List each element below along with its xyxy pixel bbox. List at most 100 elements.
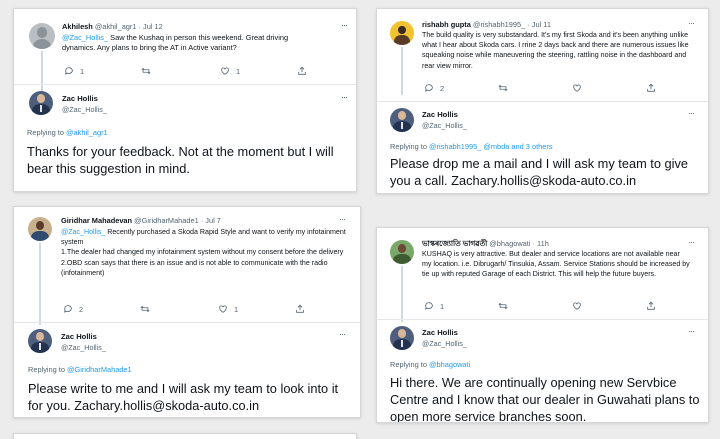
retweet-icon bbox=[498, 84, 508, 92]
author-handle[interactable]: @GiridharMahade1 bbox=[134, 216, 199, 225]
more-icon[interactable]: ··· bbox=[688, 326, 695, 336]
reply-icon bbox=[425, 84, 433, 92]
like-button[interactable]: 1 bbox=[218, 304, 295, 314]
reply-author-handle[interactable]: @Zac_Hollis_ bbox=[422, 339, 467, 348]
reply-author-name[interactable]: Zac Hollis bbox=[62, 94, 98, 103]
more-icon[interactable]: ··· bbox=[688, 18, 695, 28]
author-name[interactable]: Akhilesh bbox=[62, 22, 93, 31]
replying-to-link[interactable]: @bhagowati bbox=[429, 360, 470, 369]
reply-icon bbox=[64, 305, 72, 313]
retweet-button[interactable] bbox=[498, 301, 572, 311]
reply-author-handle[interactable]: @Zac_Hollis_ bbox=[62, 105, 107, 114]
replying-to-link[interactable]: @GiridharMahade1 bbox=[67, 365, 132, 374]
avatar[interactable] bbox=[29, 23, 55, 49]
more-icon[interactable]: ··· bbox=[339, 214, 346, 224]
reply-count: 1 bbox=[80, 66, 85, 76]
thread-line bbox=[401, 47, 403, 95]
tweet-text: @Zac_Hollis_ Recently purchased a Skoda … bbox=[61, 227, 353, 278]
author-handle[interactable]: @rishabh1995_ bbox=[473, 20, 525, 29]
share-button[interactable] bbox=[646, 83, 662, 93]
reply-author-handle[interactable]: @Zac_Hollis_ bbox=[61, 343, 106, 352]
tweet-time[interactable]: · Jul 11 bbox=[527, 20, 551, 29]
mention-link[interactable]: @Zac_Hollis_ bbox=[62, 33, 108, 42]
tweet-time[interactable]: · Jul 12 bbox=[139, 22, 163, 31]
more-icon[interactable]: ··· bbox=[341, 92, 348, 102]
avatar[interactable] bbox=[390, 108, 414, 132]
tweet-card-rishabh: rishabh gupta @rishabh1995_ · Jul 11 ···… bbox=[376, 8, 709, 194]
like-button[interactable] bbox=[572, 83, 646, 93]
replying-prefix: Replying to bbox=[390, 360, 430, 369]
author-handle[interactable]: @bhagowati bbox=[489, 239, 530, 248]
reply-button[interactable]: 2 bbox=[63, 304, 140, 314]
reply-icon bbox=[65, 67, 73, 75]
thread-line bbox=[39, 243, 41, 325]
author-name[interactable]: ভাস্কৰজ্যোতি ভাগৱতী bbox=[422, 239, 487, 248]
replying-to: Replying to @akhil_agr1 bbox=[27, 128, 108, 137]
tweet-header: Giridhar Mahadevan @GiridharMahade1 · Ju… bbox=[61, 216, 221, 225]
share-button[interactable] bbox=[646, 301, 662, 311]
reply-text: Thanks for your feedback. Not at the mom… bbox=[27, 144, 334, 176]
like-count: 1 bbox=[236, 66, 241, 76]
avatar[interactable] bbox=[28, 217, 52, 241]
tweet-card-akhilesh: Akhilesh @akhil_agr1 · Jul 12 ··· @Zac_H… bbox=[13, 8, 357, 192]
share-icon bbox=[298, 66, 306, 75]
reply-author-name[interactable]: Zac Hollis bbox=[422, 110, 458, 119]
reply-author-name[interactable]: Zac Hollis bbox=[61, 332, 97, 341]
tweet-card-partial bbox=[13, 433, 357, 439]
tweet-actions: 1 1 bbox=[64, 66, 313, 76]
share-icon bbox=[296, 304, 304, 313]
share-icon bbox=[647, 301, 655, 310]
tweet-time[interactable]: · 11h bbox=[533, 239, 549, 248]
avatar[interactable] bbox=[390, 21, 414, 45]
share-button[interactable] bbox=[295, 304, 311, 314]
replying-prefix: Replying to bbox=[27, 128, 67, 137]
like-button[interactable]: 1 bbox=[220, 66, 297, 76]
retweet-button[interactable] bbox=[498, 83, 572, 93]
replying-to-link[interactable]: @rishabh1995_ @mbda and 3 others bbox=[429, 142, 552, 151]
author-handle[interactable]: @akhil_agr1 bbox=[95, 22, 137, 31]
reply-author-handle[interactable]: @Zac_Hollis_ bbox=[422, 121, 467, 130]
share-button[interactable] bbox=[297, 66, 313, 76]
mention-link[interactable]: @Zac_Hollis_ bbox=[61, 228, 105, 236]
reply-text: Please write to me and I will ask my tea… bbox=[28, 381, 339, 413]
tweet-line: @Zac_Hollis_ Recently purchased a Skoda … bbox=[61, 227, 353, 247]
reply-count: 1 bbox=[440, 301, 445, 311]
reply-author-name[interactable]: Zac Hollis bbox=[422, 328, 458, 337]
retweet-button[interactable] bbox=[140, 304, 218, 314]
avatar[interactable] bbox=[28, 329, 52, 353]
tweet-card-giridhar: Giridhar Mahadevan @GiridharMahade1 · Ju… bbox=[13, 206, 361, 418]
author-name[interactable]: rishabh gupta bbox=[422, 20, 471, 29]
replying-to: Replying to @GiridharMahade1 bbox=[28, 365, 132, 374]
author-name[interactable]: Giridhar Mahadevan bbox=[61, 216, 132, 225]
retweet-icon bbox=[140, 305, 150, 313]
divider bbox=[377, 319, 708, 320]
more-icon[interactable]: ··· bbox=[688, 108, 695, 118]
share-icon bbox=[647, 83, 655, 92]
more-icon[interactable]: ··· bbox=[341, 20, 348, 30]
avatar[interactable] bbox=[390, 326, 414, 350]
tweet-line: 1.The dealer had changed my infotainment… bbox=[61, 248, 344, 257]
replying-to: Replying to @bhagowati bbox=[390, 360, 470, 369]
replying-to-link[interactable]: @akhil_agr1 bbox=[66, 128, 108, 137]
heart-icon bbox=[573, 302, 581, 310]
tweet-actions: 2 bbox=[424, 83, 662, 93]
tweet-actions: 2 1 bbox=[63, 304, 311, 314]
thread-line bbox=[41, 51, 43, 95]
heart-icon bbox=[221, 67, 229, 75]
reply-button[interactable]: 1 bbox=[424, 301, 498, 311]
reply-button[interactable]: 1 bbox=[64, 66, 141, 76]
like-count: 1 bbox=[234, 304, 239, 314]
tweet-time[interactable]: · Jul 7 bbox=[201, 216, 221, 225]
replying-prefix: Replying to bbox=[390, 142, 430, 151]
more-icon[interactable]: ··· bbox=[688, 237, 695, 247]
like-button[interactable] bbox=[572, 301, 646, 311]
more-icon[interactable]: ··· bbox=[339, 329, 346, 339]
reply-text: Hi there. We are continually opening new… bbox=[390, 375, 700, 423]
reply-button[interactable]: 2 bbox=[424, 83, 498, 93]
avatar[interactable] bbox=[390, 240, 414, 264]
avatar[interactable] bbox=[29, 91, 53, 115]
retweet-button[interactable] bbox=[141, 66, 220, 76]
thread-line bbox=[401, 266, 403, 322]
heart-icon bbox=[573, 84, 581, 92]
reply-count: 2 bbox=[79, 304, 84, 314]
